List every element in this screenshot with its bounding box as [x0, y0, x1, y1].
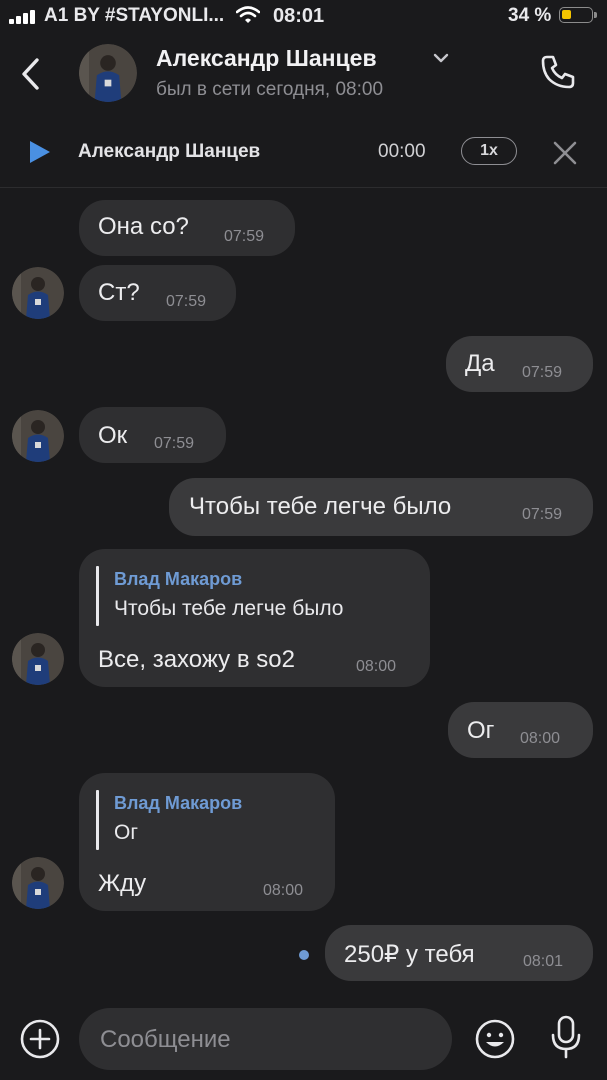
- message-text: Да: [465, 350, 495, 377]
- message-bubble-outgoing[interactable]: Ог 08:00: [448, 702, 593, 758]
- message-time: 07:59: [154, 435, 195, 452]
- contact-avatar[interactable]: [79, 44, 137, 102]
- wifi-icon: [236, 6, 260, 23]
- message-time: 07:59: [522, 506, 563, 523]
- audio-time: 00:00: [378, 141, 426, 162]
- clock: 08:01: [273, 5, 325, 27]
- message-text: Ок: [98, 422, 128, 449]
- reply-quoted-text: Ог: [114, 821, 138, 844]
- message-time: 07:59: [522, 364, 563, 381]
- message-bubble-incoming[interactable]: Ок 07:59: [79, 407, 226, 463]
- close-icon[interactable]: [553, 141, 577, 165]
- message-time: 08:00: [263, 882, 304, 899]
- message-text: Ст?: [98, 279, 140, 306]
- message-bubble-outgoing[interactable]: Да 07:59: [446, 336, 593, 392]
- add-attachment-icon[interactable]: [19, 1018, 61, 1060]
- message-time: 08:00: [356, 658, 397, 675]
- message-bubble-incoming-reply[interactable]: Влад Макаров Чтобы тебе легче было Все, …: [79, 549, 430, 687]
- phone-call-icon[interactable]: [538, 52, 578, 92]
- status-bar: A1 BY #STAYONLI... 08:01 34 %: [0, 0, 607, 34]
- message-bubble-outgoing[interactable]: 250₽ у тебя 08:01: [325, 925, 593, 981]
- message-bubble-incoming[interactable]: Ст? 07:59: [79, 265, 236, 321]
- audio-title[interactable]: Александр Шанцев: [78, 141, 260, 163]
- sender-avatar[interactable]: [12, 410, 64, 462]
- reply-quoted-text: Чтобы тебе легче было: [114, 597, 344, 620]
- playback-speed-button[interactable]: 1x: [461, 137, 517, 165]
- message-text: Чтобы тебе легче было: [189, 493, 452, 520]
- sender-avatar[interactable]: [12, 267, 64, 319]
- message-text: 250₽ у тебя: [344, 941, 475, 968]
- reply-quote-bar: [96, 566, 99, 626]
- message-time: 07:59: [224, 228, 265, 245]
- chat-header: Александр Шанцев был в сети сегодня, 08:…: [0, 34, 607, 116]
- message-time: 08:00: [520, 730, 561, 747]
- last-seen-status: был в сети сегодня, 08:00: [156, 79, 384, 100]
- back-icon[interactable]: [14, 54, 48, 94]
- message-input[interactable]: [98, 1022, 432, 1058]
- message-time: 07:59: [166, 293, 207, 310]
- chevron-down-icon[interactable]: [432, 52, 450, 64]
- reply-author: Влад Макаров: [114, 569, 243, 589]
- message-text: Ог: [467, 717, 495, 744]
- message-text: Жду: [98, 870, 147, 897]
- message-time: 08:01: [523, 953, 564, 970]
- battery-percent: 34 %: [508, 5, 552, 26]
- unread-indicator: [299, 950, 309, 960]
- carrier-name: A1 BY #STAYONLI...: [44, 5, 225, 26]
- emoji-icon[interactable]: [474, 1018, 516, 1060]
- microphone-icon[interactable]: [549, 1014, 583, 1060]
- message-bubble-incoming[interactable]: Она со? 07:59: [79, 200, 295, 256]
- audio-player-bar: Александр Шанцев 00:00 1x: [0, 117, 607, 188]
- reply-author: Влад Макаров: [114, 793, 243, 813]
- message-bubble-outgoing[interactable]: Чтобы тебе легче было 07:59: [169, 478, 593, 536]
- contact-name[interactable]: Александр Шанцев: [156, 45, 377, 72]
- message-input-field[interactable]: [79, 1008, 452, 1070]
- signal-icon: [9, 10, 43, 24]
- sender-avatar[interactable]: [12, 633, 64, 685]
- message-text: Все, захожу в so2: [98, 646, 295, 673]
- play-icon[interactable]: [28, 140, 52, 164]
- reply-quote-bar: [96, 790, 99, 850]
- message-bubble-incoming-reply[interactable]: Влад Макаров Ог Жду 08:00: [79, 773, 335, 911]
- sender-avatar[interactable]: [12, 857, 64, 909]
- message-text: Она со?: [98, 213, 189, 240]
- battery-icon: [559, 7, 597, 23]
